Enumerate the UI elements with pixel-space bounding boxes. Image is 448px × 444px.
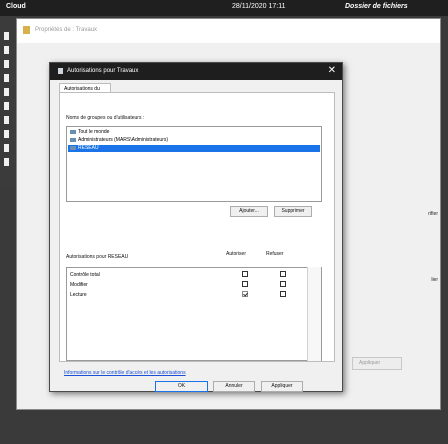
deny-modify-checkbox[interactable] [280,281,286,287]
dialog-title: Autorisations pour Travaux [67,68,139,74]
groups-label: Noms de groupes ou d'utilisateurs : [66,115,145,121]
close-icon[interactable]: ✕ [328,65,336,77]
folder-icon [23,26,30,34]
desktop-marker [4,158,9,166]
desktop-topbar: Cloud 28/11/2020 17:11 Dossier de fichie… [0,0,448,16]
allow-full-control-checkbox[interactable] [242,271,248,277]
allow-modify-checkbox[interactable] [242,281,248,287]
properties-titlebar: Propriétés de : Travaux [17,19,440,43]
list-item[interactable]: Tout le monde [70,129,109,136]
side-label: rifier [428,211,438,217]
users-icon [70,137,76,142]
allow-header: Autoriser [226,251,247,257]
group-name: Administrateurs (MARS\Administrateurs) [78,137,169,143]
users-icon [70,145,76,150]
permissions-scrollbar[interactable] [307,267,321,361]
desktop-marker [4,144,9,152]
properties-title: Propriétés de : Travaux [35,27,98,33]
desktop-marker [4,88,9,96]
list-item[interactable]: Administrateurs (MARS\Administrateurs) [70,137,168,144]
permissions-dialog: Autorisations pour Travaux ✕ Autorisatio… [49,62,343,392]
properties-apply-button[interactable]: Appliquer [352,357,402,370]
desktop-marker [4,74,9,82]
clock: 28/11/2020 17:11 [232,3,286,10]
group-name: Tout le monde [78,129,110,135]
side-label: lier [431,277,438,283]
dialog-titlebar: Autorisations pour Travaux ✕ [50,63,342,80]
desktop-marker [4,130,9,138]
permission-label: Lecture [70,292,87,298]
add-button[interactable]: Ajouter... [230,206,268,217]
list-item-selected[interactable]: RESEAU [68,145,320,152]
remove-button[interactable]: Supprimer [274,206,312,217]
deny-read-checkbox[interactable] [280,291,286,297]
apply-button[interactable]: Appliquer [261,381,303,392]
allow-read-checkbox[interactable] [242,291,248,297]
desktop-marker [4,116,9,124]
desktop-marker [4,46,9,54]
ok-button[interactable]: OK [155,381,208,392]
desktop-marker [4,60,9,68]
deny-full-control-checkbox[interactable] [280,271,286,277]
folder-title: Dossier de fichiers [345,3,408,10]
desktop-marker [4,32,9,40]
desktop-marker [4,102,9,110]
shield-icon [58,68,63,74]
permission-label: Contrôle total [70,272,100,278]
app-label: Cloud [6,3,26,10]
users-icon [70,129,76,134]
deny-header: Refuser [266,251,284,257]
permissions-info-link[interactable]: Informations sur le contrôle d'accès et … [64,370,186,376]
cancel-button[interactable]: Annuler [213,381,255,392]
permission-label: Modifier [70,282,88,288]
groups-list[interactable]: Tout le monde Administrateurs (MARS\Admi… [66,126,322,202]
group-name: RESEAU [78,145,99,151]
permissions-for-label: Autorisations pour RESEAU [66,254,129,260]
permissions-list: Contrôle total Modifier Lecture [66,267,322,361]
